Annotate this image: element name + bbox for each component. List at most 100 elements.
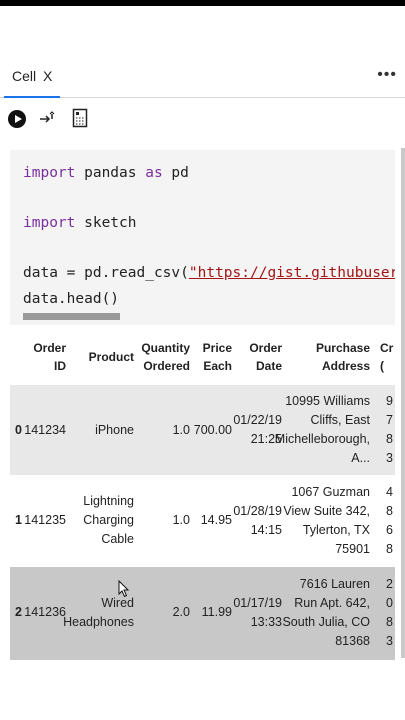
cell-text: Lightning xyxy=(83,494,134,508)
cell-cr-truncated: 2 0 8 3 xyxy=(386,575,393,651)
cell-text: 10995 Williams xyxy=(285,394,370,408)
cell-text: 01/28/19 xyxy=(233,504,282,518)
code-line-3: data = pd.read_csv("https://gist.githubu… xyxy=(23,265,395,281)
code-keyword: import xyxy=(23,215,76,231)
code-string: "https://gist.githubusercontent.c xyxy=(188,265,395,281)
cell-text: iPhone xyxy=(95,423,134,437)
cell-text: Charging xyxy=(83,513,134,527)
header-text: Purchase xyxy=(315,341,370,355)
header-text: Date xyxy=(255,359,282,373)
header-text: Ordered xyxy=(143,359,190,373)
cell-text: 01/17/19 xyxy=(233,596,282,610)
cell-text: 2 xyxy=(386,577,393,591)
cell-text: 13:33 xyxy=(250,615,282,629)
table-row[interactable]: 0 141234 iPhone 1.0 700.00 01/22/19 21:2… xyxy=(10,385,395,475)
cell-text: A... xyxy=(351,451,370,465)
cell-text: Tylerton, TX xyxy=(302,523,370,537)
cell-toolbar xyxy=(0,100,405,138)
cell-price: 11.99 xyxy=(201,605,232,619)
cell-purchase-address: 7616 Lauren Run Apt. 642, South Julia, C… xyxy=(282,575,370,651)
header-text: Each xyxy=(203,359,232,373)
header-text: Quantity xyxy=(141,341,190,355)
header-quantity-ordered: Quantity Ordered xyxy=(141,339,190,375)
code-text: data = pd.read_csv( xyxy=(23,265,189,281)
cell-product: Lightning Charging Cable xyxy=(83,492,134,549)
tab-cell[interactable]: Cell X xyxy=(4,58,61,98)
cell-product: iPhone xyxy=(95,421,134,440)
code-editor[interactable]: import pandas as pd import sketch data =… xyxy=(10,150,395,325)
code-line-4: data.head() xyxy=(23,291,120,307)
header-text: Price xyxy=(202,341,232,355)
header-product: Product xyxy=(88,350,134,364)
cell-text: 8 xyxy=(386,615,393,629)
cell-quantity: 1.0 xyxy=(172,423,190,437)
cell-text: Michelleborough, xyxy=(274,432,370,446)
cell-quantity: 1.0 xyxy=(172,513,190,527)
header-cr-truncated: Cr ( xyxy=(380,339,393,375)
header-price-each: Price Each xyxy=(203,339,232,375)
row-index: 1 xyxy=(15,513,22,527)
cell-text: Headphones xyxy=(63,615,134,629)
cell-text: South Julia, CO xyxy=(282,615,370,629)
cell-text: View Suite 342, xyxy=(283,504,370,518)
cell-product: Wired Headphones xyxy=(63,594,134,632)
tab-label: Cell xyxy=(12,68,37,84)
cell-text: 14:15 xyxy=(250,523,282,537)
horizontal-scrollbar[interactable] xyxy=(23,313,120,320)
cell-purchase-address: 1067 Guzman View Suite 342, Tylerton, TX… xyxy=(283,483,370,559)
cell-text: Cliffs, East xyxy=(310,413,370,427)
header-text: ID xyxy=(54,359,66,373)
row-index: 0 xyxy=(15,423,22,437)
header-text: Cr xyxy=(380,341,394,355)
tab-close-icon[interactable]: X xyxy=(43,68,52,84)
cell-order-id: 141234 xyxy=(24,423,66,437)
header-text: Address xyxy=(321,359,370,373)
code-keyword: as xyxy=(145,165,163,181)
code-text: pandas xyxy=(75,165,146,181)
tab-bar: Cell X ••• xyxy=(0,58,405,98)
table-header: Order ID Product Quantity Ordered Price … xyxy=(10,335,395,385)
header-order-id: Order ID xyxy=(33,339,66,375)
dataframe-output: Order ID Product Quantity Ordered Price … xyxy=(10,335,395,660)
cell-text: 7616 Lauren xyxy=(299,577,370,591)
cell-text: 6 xyxy=(386,523,393,537)
vertical-scrollbar[interactable] xyxy=(401,148,405,658)
cell-quantity: 2.0 xyxy=(172,605,190,619)
cell-text: 4 xyxy=(386,485,393,499)
header-text: Order xyxy=(249,341,282,355)
cell-text: 1067 Guzman xyxy=(291,485,370,499)
cell-cr-truncated: 9 7 8 3 xyxy=(386,392,393,468)
cell-text: 8 xyxy=(386,542,393,556)
run-cell-icon[interactable] xyxy=(8,110,26,128)
table-row[interactable]: 1 141235 Lightning Charging Cable 1.0 14… xyxy=(10,475,395,567)
row-index: 2 xyxy=(15,605,22,619)
header-purchase-address: Purchase Address xyxy=(316,339,370,375)
cell-cr-truncated: 4 8 6 8 xyxy=(386,483,393,559)
cell-text: 8 xyxy=(386,432,393,446)
cell-text: Cable xyxy=(101,532,134,546)
header-text: Order xyxy=(33,341,66,355)
more-options-icon[interactable]: ••• xyxy=(377,66,397,84)
cell-purchase-address: 10995 Williams Cliffs, East Michelleboro… xyxy=(275,392,370,468)
code-keyword: import xyxy=(23,165,76,181)
cell-text: 3 xyxy=(386,451,393,465)
cell-text: 8 xyxy=(386,504,393,518)
cell-order-id: 141235 xyxy=(24,513,66,527)
cell-order-id: 141236 xyxy=(24,605,66,619)
table-row[interactable]: 2 141236 Wired Headphones 2.0 11.99 01/1… xyxy=(10,567,395,660)
cell-text: Run Apt. 642, xyxy=(294,596,370,610)
code-line-2: import sketch xyxy=(23,215,137,231)
header-order-date: Order Date xyxy=(249,339,282,375)
interrupt-icon[interactable] xyxy=(38,108,58,128)
cell-order-date: 01/28/19 14:15 xyxy=(233,502,282,540)
code-text: sketch xyxy=(75,215,137,231)
mouse-cursor-icon xyxy=(118,579,130,598)
cell-text: 81368 xyxy=(335,634,370,648)
code-line-1: import pandas as pd xyxy=(23,165,189,181)
code-text: pd xyxy=(162,165,189,181)
cell-text: 9 xyxy=(386,394,393,408)
variables-icon[interactable] xyxy=(70,108,90,128)
cell-text: 3 xyxy=(386,634,393,648)
cell-text: 7 xyxy=(386,413,393,427)
cell-order-date: 01/17/19 13:33 xyxy=(233,594,282,632)
